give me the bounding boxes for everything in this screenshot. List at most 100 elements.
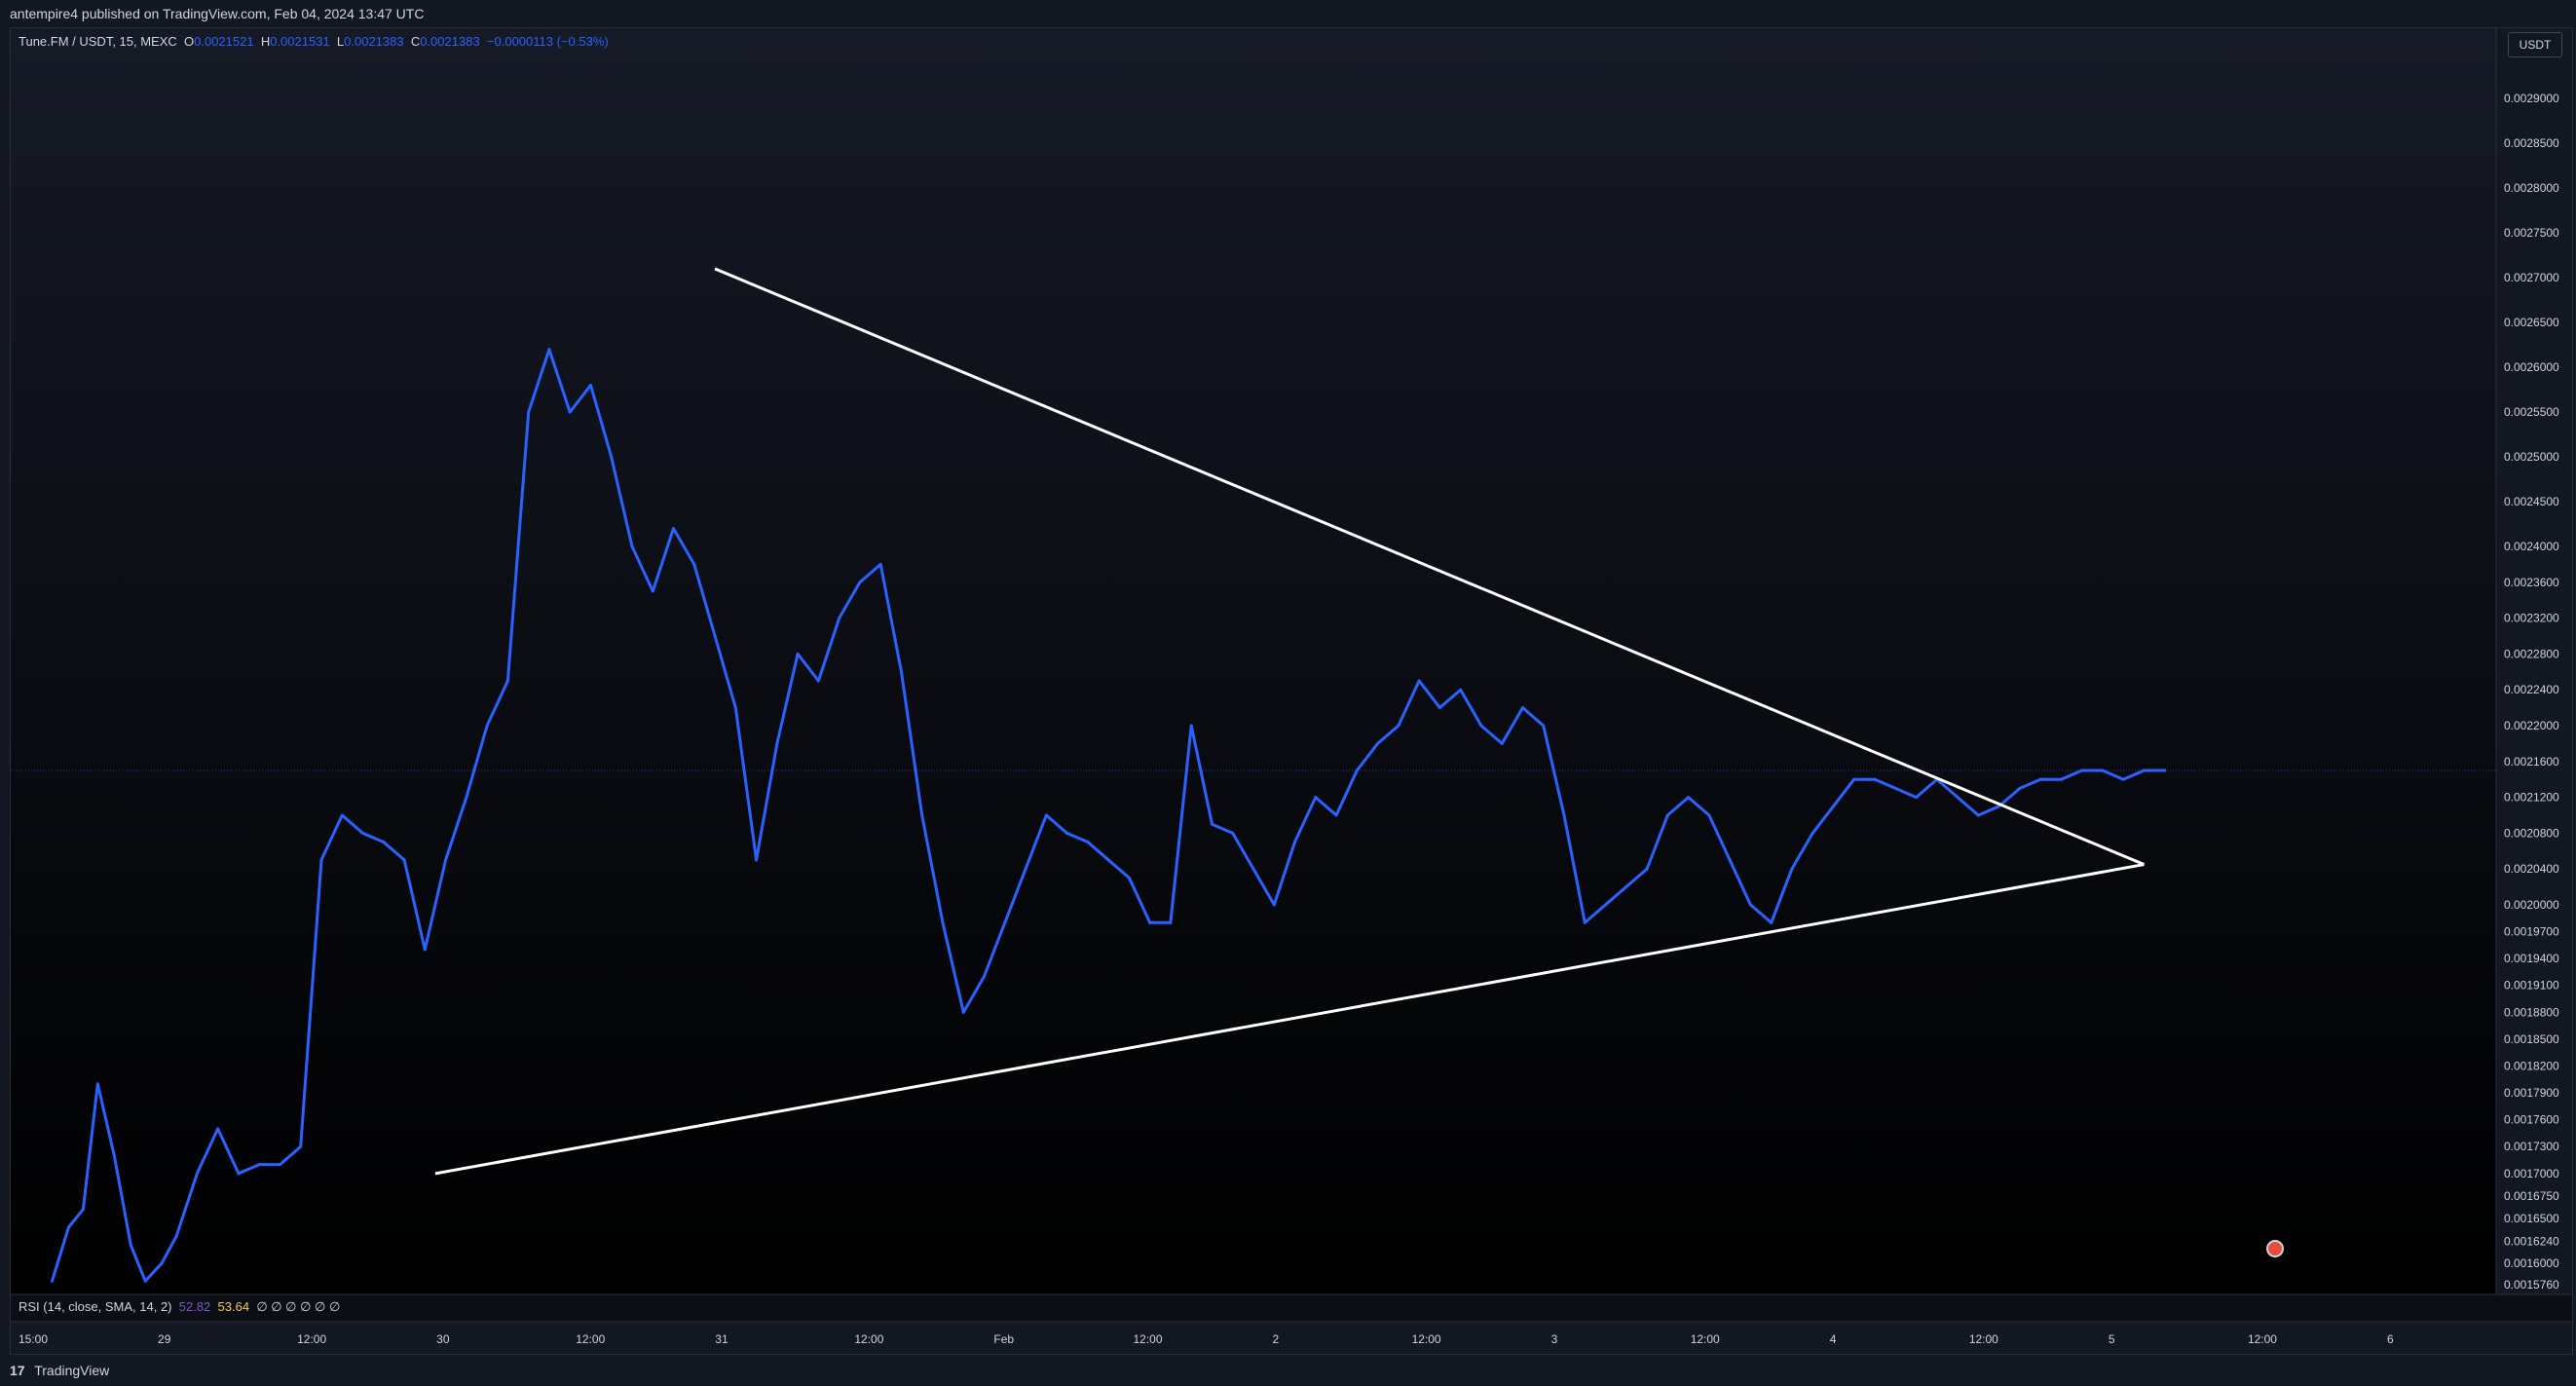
rsi-value: 52.82: [178, 1299, 211, 1314]
time-tick-label: 3: [1551, 1332, 1558, 1346]
price-point: [1790, 867, 1794, 871]
price-point: [961, 1010, 965, 1014]
price-point: [1852, 777, 1856, 781]
price-point: [651, 589, 654, 593]
price-point: [195, 1172, 199, 1176]
price-point: [216, 1127, 220, 1131]
price-point: [237, 1172, 241, 1176]
price-tick-label: 0.0028000: [2504, 181, 2559, 195]
price-tick-label: 0.0023200: [2504, 612, 2559, 625]
price-tick-label: 0.0025000: [2504, 450, 2559, 464]
price-point: [672, 527, 676, 531]
price-point: [1893, 786, 1897, 790]
price-point: [1748, 903, 1752, 907]
price-point: [713, 634, 717, 638]
currency-button[interactable]: USDT: [2508, 32, 2562, 57]
price-tick-label: 0.0016500: [2504, 1212, 2559, 1225]
price-point: [1831, 805, 1835, 808]
price-point: [1520, 706, 1524, 710]
price-tick-label: 0.0024000: [2504, 540, 2559, 553]
high-value: 0.0021531: [270, 34, 330, 49]
price-tick-label: 0.0015760: [2504, 1278, 2559, 1292]
price-point: [1811, 831, 1814, 835]
price-point: [1044, 813, 1048, 817]
price-point: [1542, 724, 1546, 728]
price-point: [278, 1163, 281, 1167]
plot-background: [11, 28, 2496, 1294]
price-point: [160, 1261, 164, 1265]
price-point: [143, 1279, 147, 1283]
price-point: [983, 975, 987, 979]
time-tick-label: 12:00: [1691, 1332, 1720, 1346]
time-tick-label: 30: [436, 1332, 450, 1346]
price-point: [1376, 741, 1380, 745]
symbol-legend: Tune.FM / USDT, 15, MEXC O0.0021521 H0.0…: [19, 34, 609, 49]
time-tick-label: 12:00: [1412, 1332, 1441, 1346]
price-point: [2038, 777, 2042, 781]
close-value: 0.0021383: [420, 34, 480, 49]
time-tick-label: 12:00: [2248, 1332, 2277, 1346]
price-tick-label: 0.0025500: [2504, 405, 2559, 419]
price-point: [588, 383, 592, 387]
price-point: [1293, 841, 1297, 844]
published-text: antempire4 published on TradingView.com,…: [10, 6, 425, 21]
price-tick-label: 0.0019700: [2504, 925, 2559, 939]
price-point: [1437, 706, 1441, 710]
price-point: [1645, 867, 1649, 871]
chart-frame[interactable]: 0.0029000 0.0028500 0.0028000 0.0027500 0.00…: [10, 27, 2573, 1355]
price-point: [257, 1163, 261, 1167]
time-tick-label: Feb: [993, 1332, 1014, 1346]
time-tick-label: 31: [715, 1332, 728, 1346]
time-tick-label: 5: [2109, 1332, 2115, 1346]
price-tick-label: 0.0020800: [2504, 826, 2559, 840]
event-flag-icon[interactable]: [2266, 1240, 2284, 1257]
price-point: [1604, 903, 1608, 907]
price-point: [1687, 796, 1691, 800]
price-point: [1976, 813, 1980, 817]
price-point: [527, 410, 531, 414]
price-point: [1728, 858, 1732, 862]
price-point: [1086, 841, 1090, 844]
price-point: [1003, 920, 1007, 924]
price-point: [1127, 876, 1131, 880]
price-point: [838, 617, 841, 620]
rsi-ma-value: 53.64: [217, 1299, 250, 1314]
time-tick-label: 12:00: [297, 1332, 326, 1346]
price-point: [319, 858, 323, 862]
price-tick-label: 0.0016000: [2504, 1256, 2559, 1270]
price-tick-label: 0.0029000: [2504, 92, 2559, 105]
price-point: [505, 679, 509, 683]
price-point: [2101, 768, 2105, 772]
price-axis-background: [2496, 28, 2572, 1294]
price-point: [1770, 920, 1773, 924]
change-value: −0.0000113 (−0.53%): [486, 34, 609, 49]
footer: 17 TradingView: [0, 1356, 2576, 1386]
low-value: 0.0021383: [344, 34, 404, 49]
price-point: [2142, 768, 2146, 772]
price-point: [2163, 768, 2167, 772]
price-point: [858, 581, 862, 584]
price-point: [1314, 796, 1318, 800]
price-point: [2080, 768, 2084, 772]
price-point: [340, 813, 344, 817]
time-axis: [11, 1322, 2572, 1354]
price-point: [1106, 858, 1110, 862]
price-point: [1210, 822, 1213, 826]
price-point: [568, 410, 572, 414]
price-point: [1355, 768, 1359, 772]
price-tick-label: 0.0027000: [2504, 271, 2559, 284]
open-value: 0.0021521: [194, 34, 254, 49]
time-tick-label: 12:00: [1969, 1332, 1998, 1346]
price-tick-label: 0.0018800: [2504, 1005, 2559, 1019]
price-chart[interactable]: 0.0029000 0.0028500 0.0028000 0.0027500 0.00…: [11, 28, 2572, 1354]
price-point: [878, 562, 882, 566]
rsi-legend: RSI (14, close, SMA, 14, 2) 52.82 53.64 …: [19, 1299, 340, 1315]
price-point: [1334, 813, 1338, 817]
price-point: [2059, 777, 2063, 781]
price-point: [816, 679, 820, 683]
price-point: [630, 544, 634, 548]
footer-brand: TradingView: [34, 1363, 110, 1378]
price-point: [174, 1234, 178, 1238]
price-point: [1189, 724, 1193, 728]
price-point: [1500, 741, 1504, 745]
